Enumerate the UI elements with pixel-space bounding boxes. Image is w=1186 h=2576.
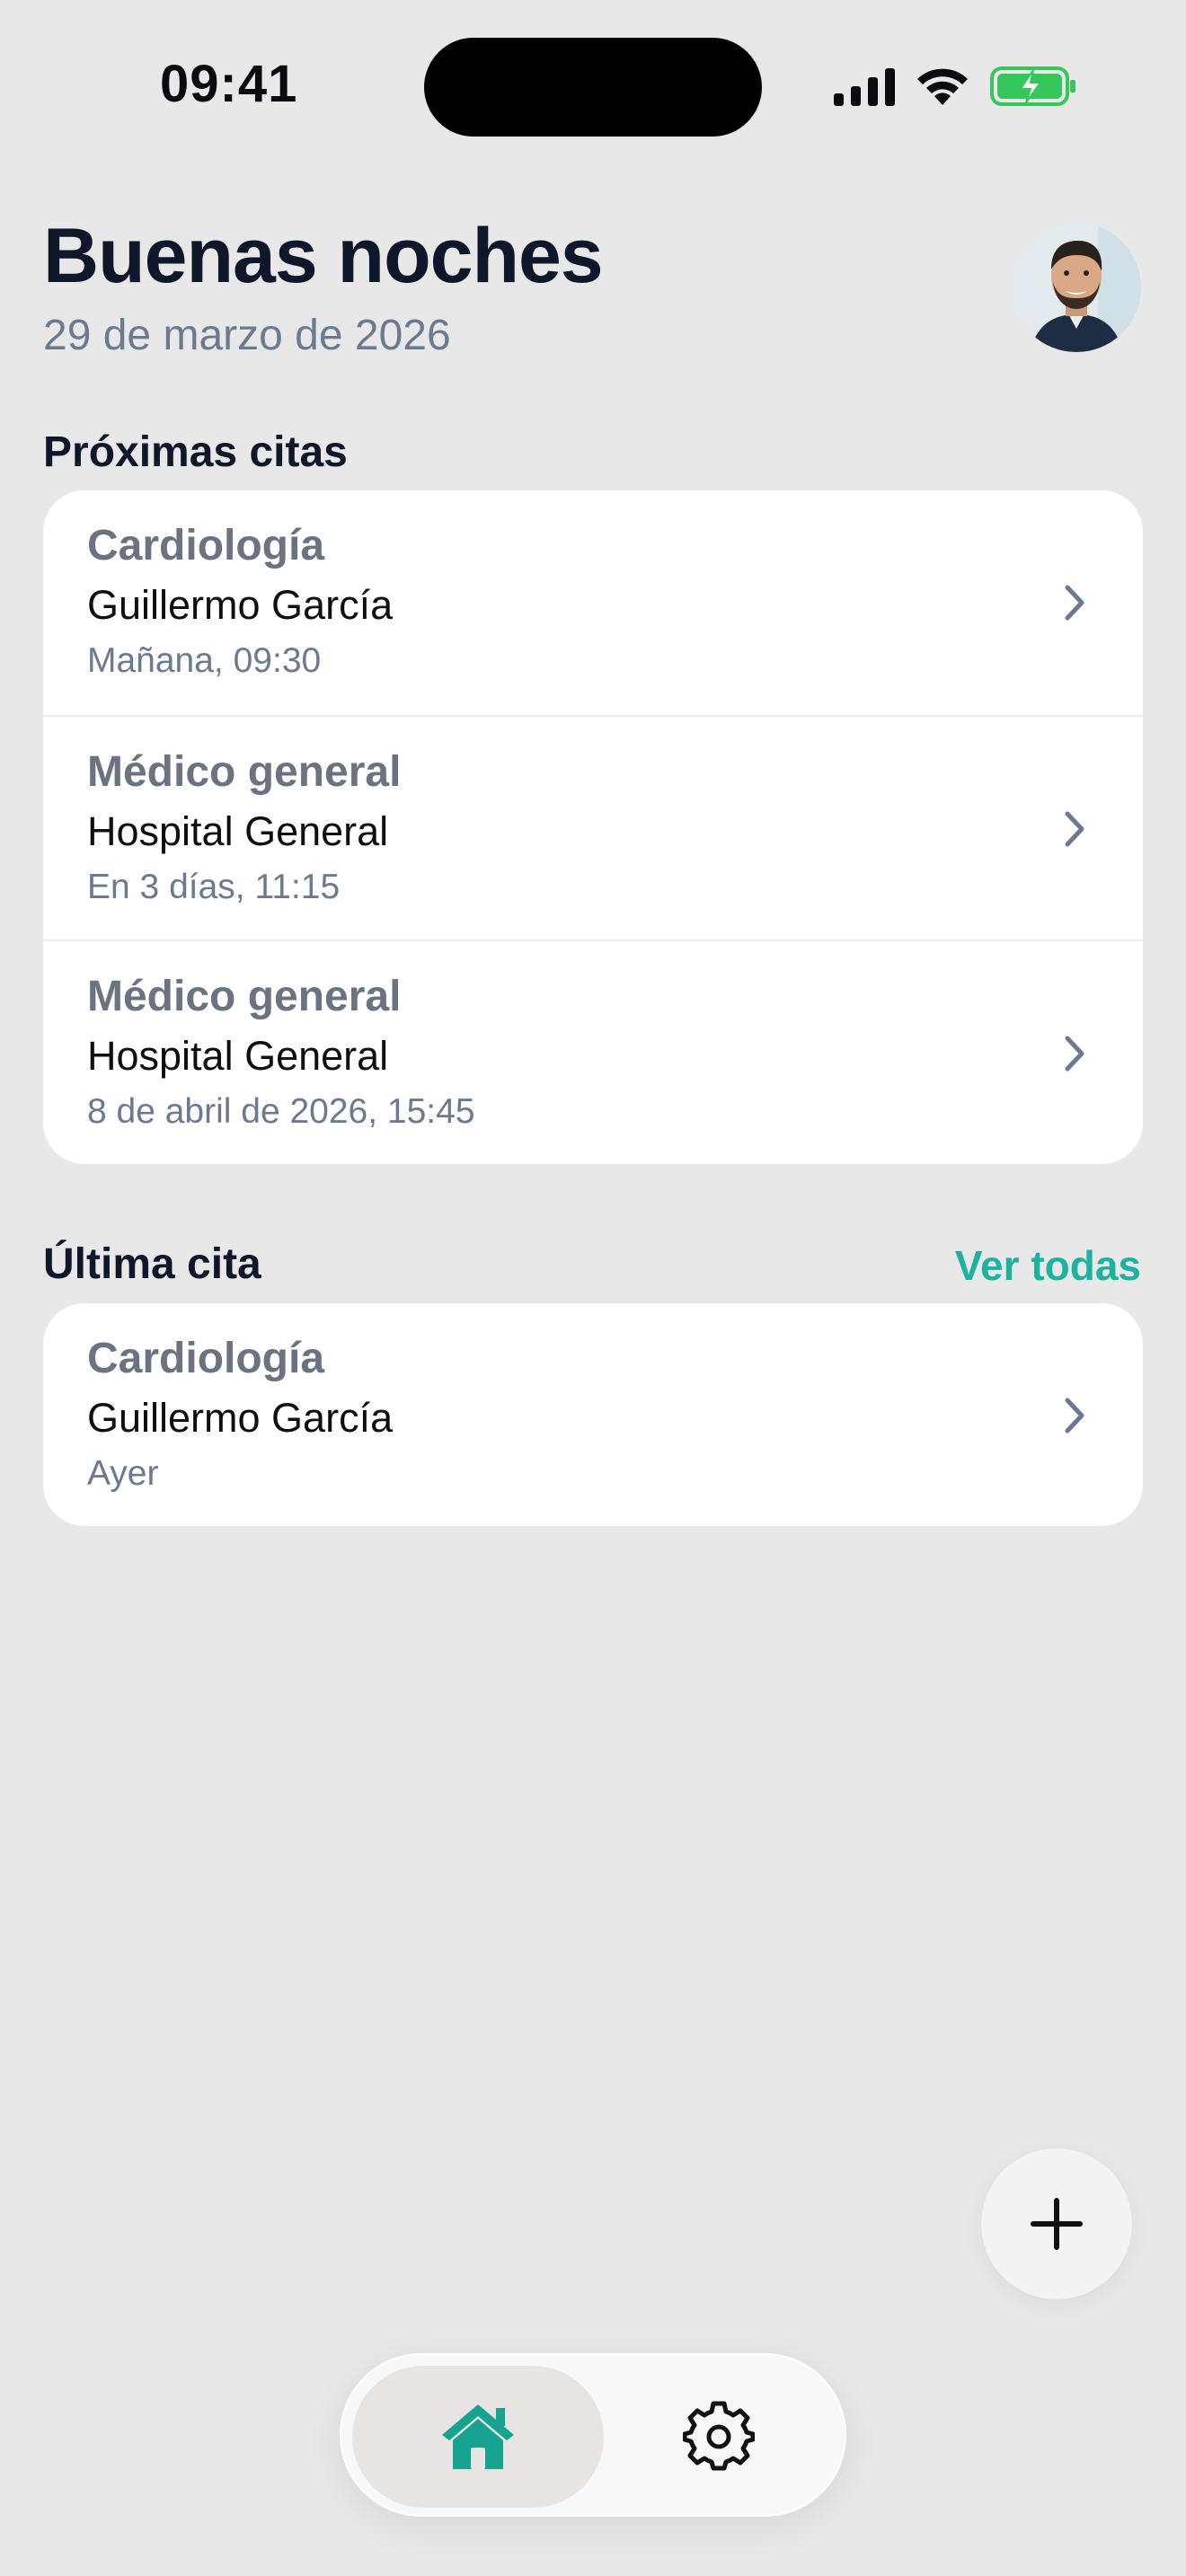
chevron-right-icon [1065, 811, 1084, 847]
chevron-right-icon [1065, 1398, 1084, 1434]
section-title-upcoming: Próximas citas [43, 428, 348, 476]
appointment-provider: Guillermo García [87, 582, 394, 628]
appointment-time: Mañana, 09:30 [87, 641, 322, 680]
current-date: 29 de marzo de 2026 [43, 312, 451, 359]
status-bar: 09:41 [0, 0, 1186, 171]
appointment-provider: Hospital General [87, 808, 389, 854]
tab-settings[interactable] [604, 2366, 834, 2508]
chevron-right-icon [1065, 1036, 1084, 1072]
status-icons [834, 63, 1076, 110]
tab-home[interactable] [352, 2366, 604, 2508]
wifi-icon [917, 68, 968, 105]
appointment-time: En 3 días, 11:15 [87, 868, 341, 906]
last-appointment-card: Cardiología Guillermo García Ayer [43, 1303, 1143, 1526]
battery-charging-icon [990, 66, 1075, 106]
appointment-row[interactable]: Médico general Hospital General En 3 día… [43, 715, 1143, 940]
see-all-link[interactable]: Ver todas [955, 1241, 1141, 1290]
add-appointment-button[interactable] [981, 2148, 1132, 2299]
dynamic-island [424, 38, 762, 137]
appointment-specialty: Médico general [87, 748, 402, 796]
avatar-portrait [1012, 223, 1141, 352]
home-icon [442, 2404, 514, 2469]
cellular-signal-icon [834, 68, 895, 106]
status-time: 09:41 [160, 55, 298, 113]
appointment-time: 8 de abril de 2026, 15:45 [87, 1092, 475, 1131]
upcoming-appointments-card: Cardiología Guillermo García Mañana, 09:… [43, 490, 1143, 1164]
appointment-row[interactable]: Cardiología Guillermo García Ayer [43, 1303, 1143, 1526]
appointment-row[interactable]: Médico general Hospital General 8 de abr… [43, 940, 1143, 1164]
appointment-provider: Hospital General [87, 1033, 389, 1079]
page-title: Buenas noches [43, 213, 604, 299]
chevron-right-icon [1065, 585, 1084, 621]
plus-icon [1031, 2198, 1083, 2250]
appointment-row[interactable]: Cardiología Guillermo García Mañana, 09:… [43, 490, 1143, 715]
avatar[interactable] [1012, 223, 1141, 352]
appointment-specialty: Médico general [87, 973, 402, 1020]
appointment-time: Ayer [87, 1454, 159, 1493]
tab-bar [340, 2353, 846, 2517]
gear-icon [683, 2401, 755, 2471]
appointment-specialty: Cardiología [87, 522, 325, 569]
section-title-last: Última cita [43, 1240, 261, 1288]
appointment-provider: Guillermo García [87, 1395, 394, 1441]
appointment-specialty: Cardiología [87, 1335, 325, 1382]
